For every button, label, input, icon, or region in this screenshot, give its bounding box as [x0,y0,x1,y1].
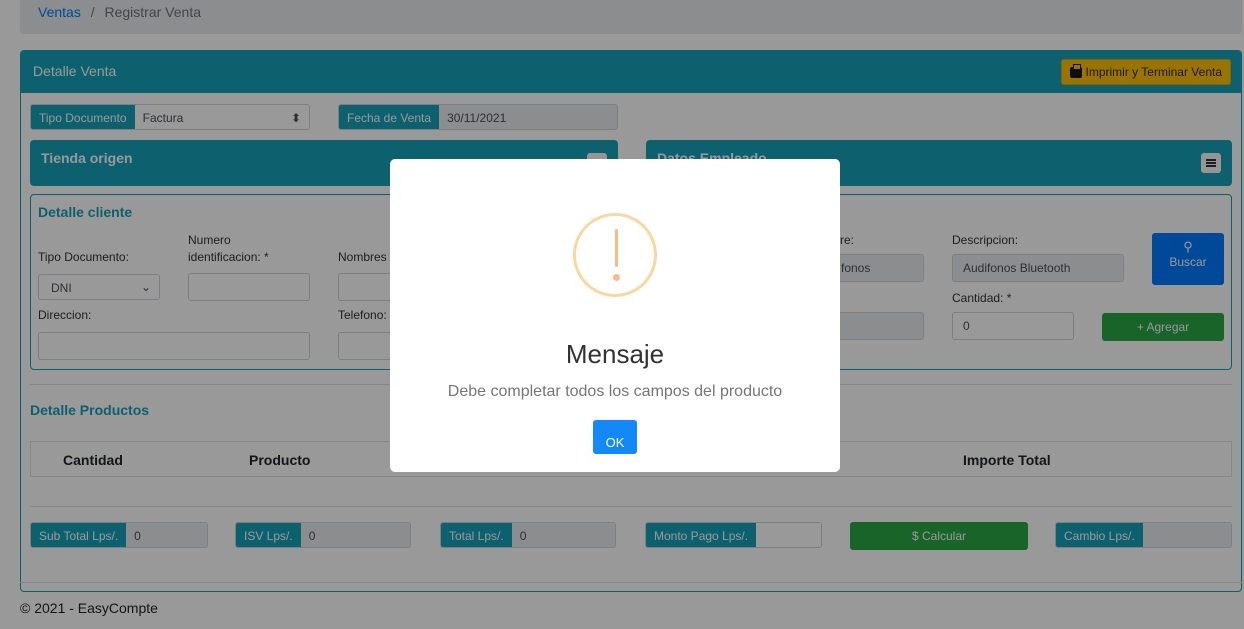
warning-icon-bar [615,229,618,267]
ok-button[interactable]: OK [593,420,637,454]
warning-icon-dot [613,274,620,281]
dialog-title: Mensaje [565,339,665,369]
warning-icon [573,213,657,297]
message-dialog: Mensaje Debe completar todos los campos … [390,159,840,472]
dialog-message: Debe completar todos los campos del prod… [447,383,783,400]
